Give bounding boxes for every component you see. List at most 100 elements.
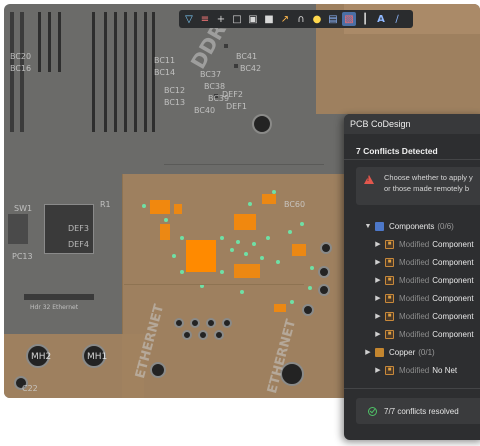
pin-header — [144, 12, 147, 132]
chevron-right-icon[interactable]: ▶ — [374, 294, 382, 302]
chevron-right-icon[interactable]: ▶ — [374, 240, 382, 248]
via — [310, 266, 314, 270]
ic-package — [8, 214, 28, 244]
warning-text: Choose whether to apply y — [384, 173, 473, 182]
via — [260, 256, 264, 260]
group-components[interactable]: ▼ Components (0/6) — [364, 218, 454, 234]
group-copper[interactable]: ▶ Copper (0/1) — [364, 344, 435, 360]
via — [266, 236, 270, 240]
silk-label: BC42 — [240, 64, 262, 73]
highlighted-pad — [234, 214, 256, 230]
silk-label: C22 — [22, 384, 38, 393]
silk-label: MH2 — [31, 352, 52, 362]
highlight-icon[interactable]: ▧ — [342, 12, 356, 26]
via — [220, 270, 224, 274]
via-hole — [318, 284, 330, 296]
conflict-item[interactable]: ▶ ■ Modified Component — [374, 272, 474, 288]
via-hole — [182, 330, 192, 340]
bulb-icon[interactable]: ● — [310, 12, 324, 26]
conflicts-heading: 7 Conflicts Detected — [356, 146, 438, 156]
highlighted-pad — [292, 244, 306, 256]
via — [308, 286, 312, 290]
via — [252, 242, 256, 246]
pad — [224, 44, 228, 48]
pin-header — [38, 12, 41, 72]
divider — [344, 159, 480, 160]
modified-component-icon: ■ — [385, 293, 394, 303]
copper-icon — [375, 347, 384, 357]
silk-label: BC12 — [164, 86, 186, 95]
trace — [122, 174, 123, 334]
chevron-down-icon[interactable]: ▼ — [364, 223, 372, 230]
silk-label: SW1 — [14, 204, 33, 213]
arc-icon[interactable]: ∩ — [294, 12, 308, 26]
pin-header — [92, 12, 95, 132]
via-hole — [214, 330, 224, 340]
conflict-item[interactable]: ▶ ■ Modified Component — [374, 326, 474, 342]
route-icon[interactable]: ≡ — [198, 12, 212, 26]
pcb-toolbar: ▽ ≡ + □ ▣ ■ ↗ ∩ ● ▤ ▧ ┃ A ∕ — [179, 10, 413, 28]
via-hole — [174, 318, 184, 328]
silk-label: BC41 — [236, 52, 258, 61]
pin-header — [114, 12, 117, 132]
chevron-right-icon[interactable]: ▶ — [364, 348, 372, 356]
via — [248, 202, 252, 206]
silk-label: Hdr 32 Ethernet — [30, 304, 79, 311]
via — [172, 254, 176, 258]
modified-component-icon: ■ — [385, 311, 394, 321]
via — [290, 300, 294, 304]
divider — [344, 388, 480, 389]
conflict-item[interactable]: ▶ ■ Modified Component — [374, 290, 474, 306]
chevron-right-icon[interactable]: ▶ — [374, 276, 382, 284]
conflict-item[interactable]: ▶ ■ Modified Component — [374, 254, 474, 270]
pin-header — [24, 294, 94, 300]
select-rect-icon[interactable]: □ — [230, 12, 244, 26]
trace — [124, 284, 304, 285]
pin-header — [124, 12, 127, 132]
chevron-right-icon[interactable]: ▶ — [374, 366, 382, 374]
resolved-text: 7/7 conflicts resolved — [384, 406, 459, 416]
filter-icon[interactable]: ▽ — [182, 12, 196, 26]
silk-label: BC40 — [194, 106, 216, 115]
via-hole — [190, 318, 200, 328]
conflict-item[interactable]: ▶ ■ Modified No Net — [374, 362, 457, 378]
highlighted-pad — [262, 194, 276, 204]
via — [180, 236, 184, 240]
text-icon[interactable]: A — [374, 12, 388, 26]
via — [244, 252, 248, 256]
warning-box: ! Choose whether to apply y or those mad… — [356, 167, 480, 205]
panel-title: PCB CoDesign — [344, 114, 480, 134]
pen-icon[interactable]: ∕ — [390, 12, 404, 26]
place-icon[interactable]: + — [214, 12, 228, 26]
pin-header — [58, 12, 61, 72]
via — [240, 290, 244, 294]
check-circle-icon — [368, 406, 377, 416]
chevron-right-icon[interactable]: ▶ — [374, 258, 382, 266]
component-icon[interactable]: ▣ — [246, 12, 260, 26]
via — [180, 270, 184, 274]
mounting-hole — [252, 114, 272, 134]
mounting-hole — [150, 362, 166, 378]
chevron-right-icon[interactable]: ▶ — [374, 330, 382, 338]
pin-header — [48, 12, 51, 72]
via-hole — [206, 318, 216, 328]
silk-label: BC37 — [200, 70, 222, 79]
codesign-panel: PCB CoDesign 7 Conflicts Detected ! Choo… — [344, 114, 480, 440]
pin-header — [134, 12, 137, 132]
silk-label: DEF3 — [68, 224, 89, 233]
via-hole — [302, 304, 314, 316]
probe-icon[interactable]: ↗ — [278, 12, 292, 26]
highlighted-pad — [160, 224, 170, 240]
layer-icon[interactable]: ▤ — [326, 12, 340, 26]
chart-icon[interactable]: ┃ — [358, 12, 372, 26]
silk-label: DEF2 — [222, 90, 243, 99]
highlighted-pad — [174, 204, 182, 214]
chevron-right-icon[interactable]: ▶ — [374, 312, 382, 320]
silk-label: BC16 — [10, 64, 32, 73]
warning-icon — [364, 175, 374, 184]
conflict-item[interactable]: ▶ ■ Modified Component — [374, 236, 474, 252]
silk-label: BC14 — [154, 68, 176, 77]
via — [288, 230, 292, 234]
fill-icon[interactable]: ■ — [262, 12, 276, 26]
conflict-item[interactable]: ▶ ■ Modified Component — [374, 308, 474, 324]
